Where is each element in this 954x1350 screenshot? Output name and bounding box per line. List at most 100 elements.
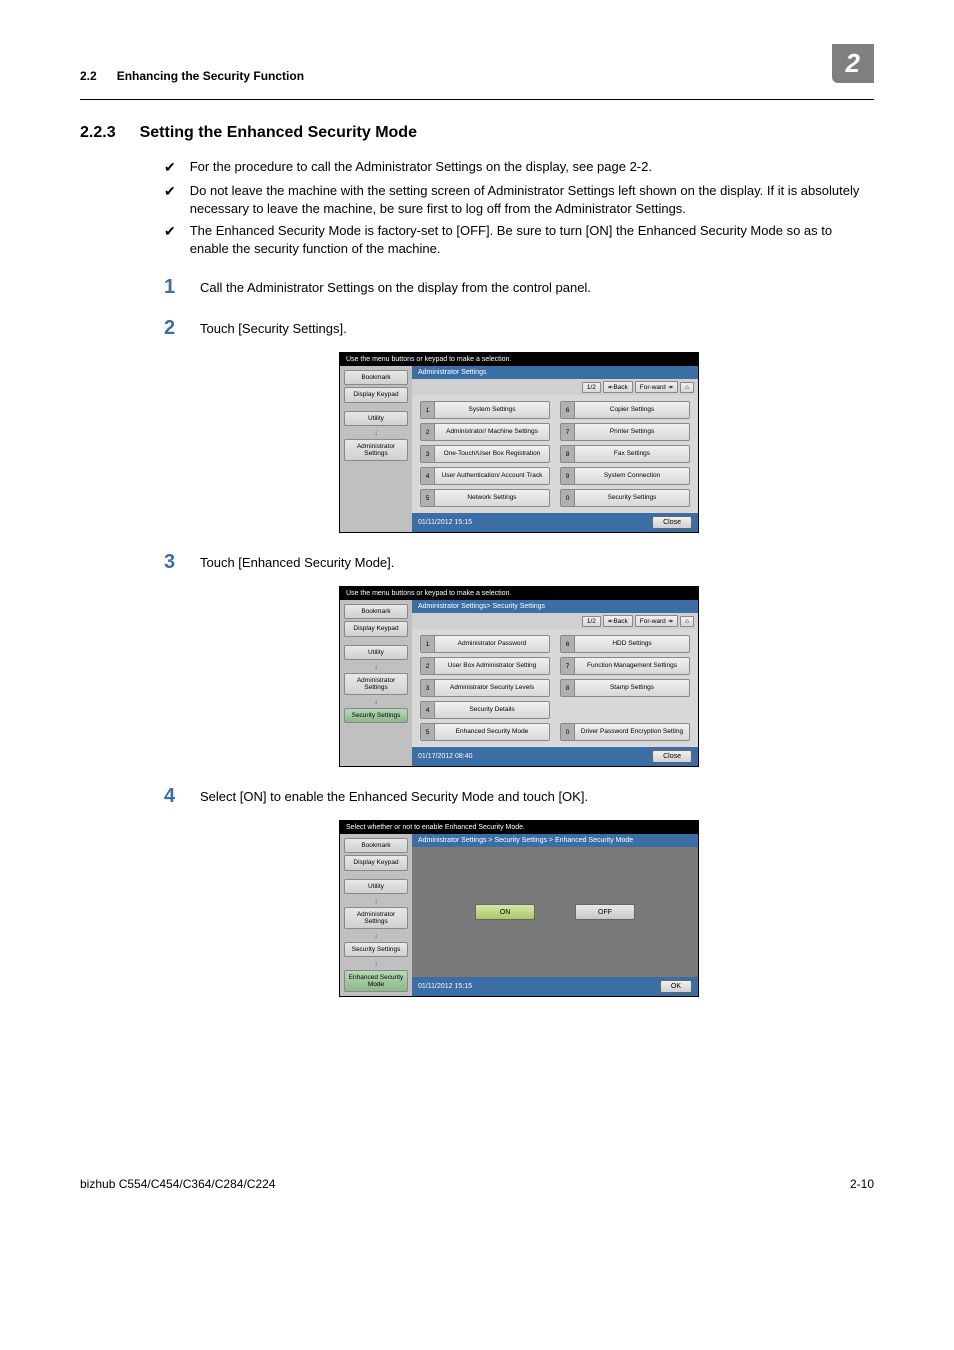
bookmark-button[interactable]: Bookmark [344, 370, 408, 385]
datetime: 01/11/2012 15:15 [418, 983, 472, 990]
on-off-selector: ON OFF [412, 847, 698, 977]
back-button[interactable]: ↞Back [603, 381, 633, 393]
security-details-button[interactable]: 4Security Details [420, 701, 550, 719]
enhanced-security-mode-button[interactable]: 5Enhanced Security Mode [420, 723, 550, 741]
step-1: 1 Call the Administrator Settings on the… [164, 276, 874, 299]
page-header: 2.2 Enhancing the Security Function 2 [80, 56, 874, 100]
security-settings-button[interactable]: Security Settings [344, 942, 408, 957]
home-button[interactable]: ⌂ [680, 382, 694, 393]
check-item: ✔ The Enhanced Security Mode is factory-… [164, 222, 874, 258]
enhanced-security-button[interactable]: Enhanced Security Mode [344, 970, 408, 992]
arrow-down-icon: ↓ [344, 428, 408, 437]
page-indicator: 1/2 [582, 616, 601, 627]
check-item: ✔ Do not leave the machine with the sett… [164, 182, 874, 218]
step-3: 3 Touch [Enhanced Security Mode]. [164, 551, 874, 574]
network-settings-button[interactable]: 5Network Settings [420, 489, 550, 507]
section-num: 2.2.3 [80, 124, 116, 142]
onetouch-userbox-button[interactable]: 3One-Touch/User Box Registration [420, 445, 550, 463]
status-bar: 01/11/2012 15:15 Close [412, 513, 698, 532]
system-connection-button[interactable]: 9System Connection [560, 467, 690, 485]
arrow-down-icon: ↓ [344, 896, 408, 905]
admin-machine-settings-button[interactable]: 2Administrator/ Machine Settings [420, 423, 550, 441]
userbox-admin-button[interactable]: 2User Box Administrator Setting [420, 657, 550, 675]
step-4: 4 Select [ON] to enable the Enhanced Sec… [164, 785, 874, 808]
instruction-bar: Use the menu buttons or keypad to make a… [340, 587, 698, 600]
forward-button[interactable]: For-ward ↠ [635, 615, 678, 627]
fax-settings-button[interactable]: 8Fax Settings [560, 445, 690, 463]
section-title: Setting the Enhanced Security Mode [140, 124, 417, 142]
page-footer: bizhub C554/C454/C364/C284/C224 2-10 [80, 1177, 874, 1191]
footer-page: 2-10 [850, 1177, 874, 1191]
sidebar: Bookmark Display Keypad Utility ↓ Admini… [340, 366, 412, 532]
datetime: 01/11/2012 15:15 [418, 519, 472, 526]
arrow-down-icon: ↓ [344, 697, 408, 706]
system-settings-button[interactable]: 1System Settings [420, 401, 550, 419]
home-button[interactable]: ⌂ [680, 616, 694, 627]
display-keypad-button[interactable]: Display Keypad [344, 621, 408, 636]
ok-button[interactable]: OK [660, 980, 692, 993]
bookmark-button[interactable]: Bookmark [344, 838, 408, 853]
admin-password-button[interactable]: 1Administrator Password [420, 635, 550, 653]
display-keypad-button[interactable]: Display Keypad [344, 387, 408, 402]
hdd-settings-button[interactable]: 6HDD Settings [560, 635, 690, 653]
breadcrumb: Administrator Settings [412, 366, 698, 379]
check-text: The Enhanced Security Mode is factory-se… [190, 222, 874, 258]
page-indicator: 1/2 [582, 382, 601, 393]
check-text: For the procedure to call the Administra… [190, 158, 874, 176]
check-text: Do not leave the machine with the settin… [190, 182, 874, 218]
status-bar: 01/11/2012 15:15 OK [412, 977, 698, 996]
display-keypad-button[interactable]: Display Keypad [344, 855, 408, 870]
step-text: Call the Administrator Settings on the d… [200, 276, 874, 297]
pager: 1/2 ↞Back For-ward ↠ ⌂ [412, 379, 698, 395]
function-mgmt-button[interactable]: 7Function Management Settings [560, 657, 690, 675]
sidebar: Bookmark Display Keypad Utility ↓ Admini… [340, 600, 412, 766]
admin-settings-button[interactable]: Administrator Settings [344, 907, 408, 929]
screenshot-enhanced-security: Select whether or not to enable Enhanced… [339, 820, 699, 997]
instruction-bar: Select whether or not to enable Enhanced… [340, 821, 698, 834]
step-text: Touch [Security Settings]. [200, 317, 874, 338]
pager: 1/2 ↞Back For-ward ↠ ⌂ [412, 613, 698, 629]
step-text: Select [ON] to enable the Enhanced Secur… [200, 785, 874, 806]
chapter-badge: 2 [832, 44, 874, 83]
screenshot-security-settings: Use the menu buttons or keypad to make a… [339, 586, 699, 767]
on-button[interactable]: ON [475, 904, 535, 920]
screenshot-admin-settings: Use the menu buttons or keypad to make a… [339, 352, 699, 533]
utility-button[interactable]: Utility [344, 645, 408, 660]
security-settings-button[interactable]: 0Security Settings [560, 489, 690, 507]
arrow-down-icon: ↓ [344, 662, 408, 671]
step-num: 2 [164, 317, 182, 340]
datetime: 01/17/2012 08:40 [418, 753, 473, 760]
admin-settings-button[interactable]: Administrator Settings [344, 439, 408, 461]
breadcrumb: Administrator Settings> Security Setting… [412, 600, 698, 613]
step-num: 1 [164, 276, 182, 299]
step-2: 2 Touch [Security Settings]. [164, 317, 874, 340]
admin-security-levels-button[interactable]: 3Administrator Security Levels [420, 679, 550, 697]
copier-settings-button[interactable]: 6Copier Settings [560, 401, 690, 419]
utility-button[interactable]: Utility [344, 879, 408, 894]
stamp-settings-button[interactable]: 8Stamp Settings [560, 679, 690, 697]
forward-button[interactable]: For-ward ↠ [635, 381, 678, 393]
user-auth-button[interactable]: 4User Authentication/ Account Track [420, 467, 550, 485]
arrow-down-icon: ↓ [344, 931, 408, 940]
utility-button[interactable]: Utility [344, 411, 408, 426]
printer-settings-button[interactable]: 7Printer Settings [560, 423, 690, 441]
admin-settings-button[interactable]: Administrator Settings [344, 673, 408, 695]
close-button[interactable]: Close [652, 750, 692, 763]
arrow-down-icon: ↓ [344, 959, 408, 968]
security-settings-button[interactable]: Security Settings [344, 708, 408, 723]
step-num: 4 [164, 785, 182, 808]
step-num: 3 [164, 551, 182, 574]
instruction-bar: Use the menu buttons or keypad to make a… [340, 353, 698, 366]
driver-password-button[interactable]: 0Driver Password Encryption Setting [560, 723, 690, 741]
header-section-title: Enhancing the Security Function [117, 69, 304, 83]
status-bar: 01/17/2012 08:40 Close [412, 747, 698, 766]
check-icon: ✔ [164, 222, 176, 242]
header-section-num: 2.2 [80, 69, 97, 83]
off-button[interactable]: OFF [575, 904, 635, 920]
check-icon: ✔ [164, 158, 176, 178]
check-item: ✔ For the procedure to call the Administ… [164, 158, 874, 178]
section-heading: 2.2.3 Setting the Enhanced Security Mode [80, 124, 874, 142]
bookmark-button[interactable]: Bookmark [344, 604, 408, 619]
close-button[interactable]: Close [652, 516, 692, 529]
back-button[interactable]: ↞Back [603, 615, 633, 627]
